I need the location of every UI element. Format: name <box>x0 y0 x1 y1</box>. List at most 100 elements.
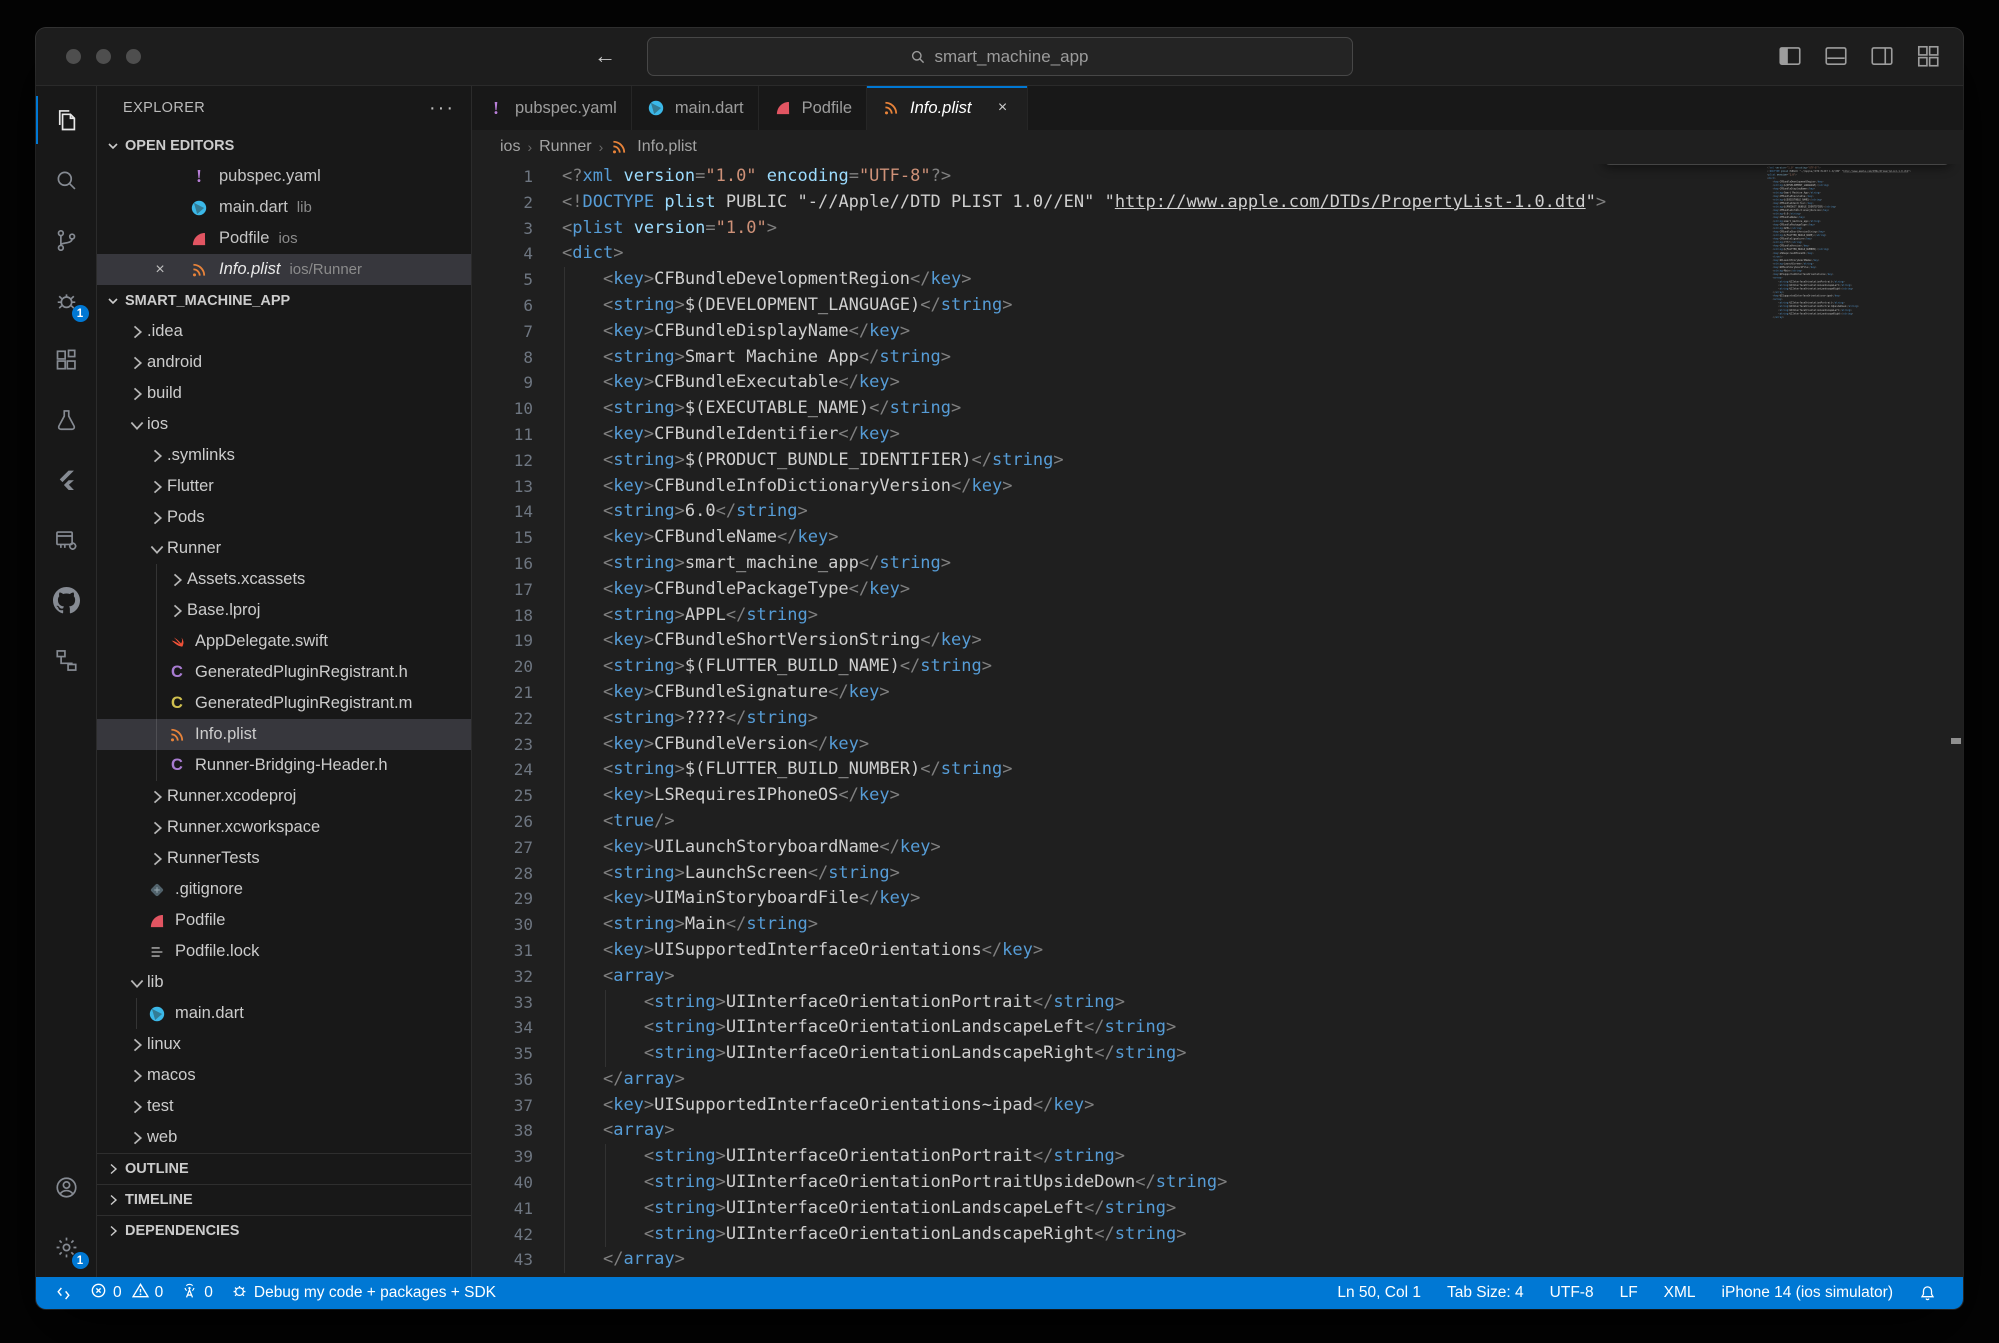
activity-devtools-icon[interactable] <box>36 510 97 570</box>
status-tab-size-4[interactable]: Tab Size: 4 <box>1434 1284 1537 1302</box>
line-number: 40 <box>472 1170 562 1196</box>
status-utf-8[interactable]: UTF-8 <box>1537 1284 1607 1302</box>
tree-item-linux[interactable]: linux <box>97 1029 471 1060</box>
tree-item-Runner.xcworkspace[interactable]: Runner.xcworkspace <box>97 812 471 843</box>
file-label: pubspec.yaml <box>219 167 321 186</box>
activity-run-debug-icon[interactable]: 1 <box>36 270 97 330</box>
open-editor-Info.plist[interactable]: × Info.plist ios/Runner <box>97 254 471 285</box>
code-editor[interactable]: 1 <?xml version="1.0" encoding="UTF-8"?>… <box>472 164 1963 1277</box>
zoom-window-button[interactable] <box>126 49 141 64</box>
tree-item-Runner[interactable]: Runner <box>97 533 471 564</box>
activity-references-icon[interactable] <box>36 630 97 690</box>
explorer-actions-button[interactable]: ··· <box>429 97 455 120</box>
tree-item-.symlinks[interactable]: .symlinks <box>97 440 471 471</box>
activity-extensions-icon[interactable] <box>36 330 97 390</box>
pubspec-file-icon: ! <box>486 98 506 118</box>
activity-search-icon[interactable] <box>36 150 97 210</box>
activity-account-icon[interactable] <box>36 1157 97 1217</box>
toggle-primary-sidebar-icon[interactable] <box>1777 43 1803 69</box>
gitignore-file-icon <box>147 880 167 900</box>
open-editor-Podfile[interactable]: Podfile ios <box>97 223 471 254</box>
line-number: 5 <box>472 267 562 293</box>
status-xml[interactable]: XML <box>1651 1284 1709 1302</box>
tree-item-RunnerTests[interactable]: RunnerTests <box>97 843 471 874</box>
activity-source-control-icon[interactable] <box>36 210 97 270</box>
vertical-scrollbar[interactable] <box>1949 164 1963 1277</box>
tab-Info.plist[interactable]: Info.plist × <box>867 86 1027 130</box>
command-center-search[interactable]: smart_machine_app <box>647 37 1353 76</box>
tree-item-Flutter[interactable]: Flutter <box>97 471 471 502</box>
ports-indicator[interactable]: 0 <box>172 1277 222 1309</box>
activity-settings-icon[interactable]: 1 <box>36 1217 97 1277</box>
tree-item-AppDelegate.swift[interactable]: AppDelegate.swift <box>97 626 471 657</box>
tree-item-GeneratedPluginRegistrant.m[interactable]: CGeneratedPluginRegistrant.m <box>97 688 471 719</box>
tree-label: macos <box>147 1066 196 1085</box>
tree-item-macos[interactable]: macos <box>97 1060 471 1091</box>
open-editors-header[interactable]: OPEN EDITORS <box>97 130 471 161</box>
tab-bar: ! pubspec.yaml main.dart Podfile Info.pl… <box>472 86 1963 130</box>
activity-testing-icon[interactable] <box>36 390 97 450</box>
navigate-back-icon[interactable]: ← <box>591 42 619 70</box>
tab-main.dart[interactable]: main.dart <box>632 86 759 130</box>
tab-Podfile[interactable]: Podfile <box>759 86 867 130</box>
tree-item-Podfile[interactable]: Podfile <box>97 905 471 936</box>
tree-item-Base.lproj[interactable]: Base.lproj <box>97 595 471 626</box>
breadcrumb-item[interactable]: Info.plist <box>637 138 697 156</box>
tree-item-build[interactable]: build <box>97 378 471 409</box>
toggle-secondary-sidebar-icon[interactable] <box>1869 43 1895 69</box>
breadcrumb-item[interactable]: Runner <box>539 138 591 156</box>
chevron-right-icon <box>127 1128 147 1148</box>
tree-item-lib[interactable]: lib <box>97 967 471 998</box>
status-ln-50-col-1[interactable]: Ln 50, Col 1 <box>1324 1284 1434 1302</box>
tree-label: Podfile <box>175 911 225 930</box>
close-window-button[interactable] <box>66 49 81 64</box>
debug-launch-config[interactable]: Debug my code + packages + SDK <box>222 1277 505 1309</box>
tab-pubspec.yaml[interactable]: ! pubspec.yaml <box>472 86 632 130</box>
open-editor-pubspec.yaml[interactable]: ! pubspec.yaml <box>97 161 471 192</box>
remote-indicator[interactable] <box>46 1277 81 1309</box>
tree-item-Podfile.lock[interactable]: Podfile.lock <box>97 936 471 967</box>
notifications-bell-icon[interactable] <box>1906 1285 1949 1302</box>
status-iphone-14-ios-simulator-[interactable]: iPhone 14 (ios simulator) <box>1709 1284 1906 1302</box>
open-editor-main.dart[interactable]: main.dart lib <box>97 192 471 223</box>
tree-item-Info.plist[interactable]: Info.plist <box>97 719 471 750</box>
close-tab-icon[interactable]: × <box>993 99 1013 117</box>
tree-item-GeneratedPluginRegistrant.h[interactable]: CGeneratedPluginRegistrant.h <box>97 657 471 688</box>
tree-item-ios[interactable]: ios <box>97 409 471 440</box>
status-lf[interactable]: LF <box>1607 1284 1651 1302</box>
activity-explorer-icon[interactable] <box>36 90 97 150</box>
problems-indicator[interactable]: 0 0 <box>81 1277 172 1309</box>
tree-item-.gitignore[interactable]: .gitignore <box>97 874 471 905</box>
line-number: 8 <box>472 345 562 371</box>
tree-item-Assets.xcassets[interactable]: Assets.xcassets <box>97 564 471 595</box>
breadcrumb-item[interactable]: ios <box>500 138 520 156</box>
file-label: main.dart <box>219 198 288 217</box>
line-number: 15 <box>472 525 562 551</box>
line-number: 19 <box>472 628 562 654</box>
line-number: 37 <box>472 1093 562 1119</box>
customize-layout-icon[interactable] <box>1915 43 1941 69</box>
line-number: 2 <box>472 190 562 216</box>
file-path: ios/Runner <box>289 261 362 278</box>
tree-label: Runner.xcworkspace <box>167 818 320 837</box>
tree-item-main.dart[interactable]: main.dart <box>97 998 471 1029</box>
minimize-window-button[interactable] <box>96 49 111 64</box>
tree-item-.idea[interactable]: .idea <box>97 316 471 347</box>
activity-flutter-icon[interactable] <box>36 450 97 510</box>
tree-item-Pods[interactable]: Pods <box>97 502 471 533</box>
minimap[interactable]: <?xml version="1.0" encoding="UTF-8"?><!… <box>1767 166 1925 336</box>
toggle-panel-icon[interactable] <box>1823 43 1849 69</box>
tree-item-Runner.xcodeproj[interactable]: Runner.xcodeproj <box>97 781 471 812</box>
tree-item-web[interactable]: web <box>97 1122 471 1153</box>
sidebar-section-outline[interactable]: OUTLINE <box>97 1153 471 1184</box>
sidebar-section-dependencies[interactable]: DEPENDENCIES <box>97 1215 471 1246</box>
project-root-header[interactable]: SMART_MACHINE_APP <box>97 285 471 316</box>
tree-item-test[interactable]: test <box>97 1091 471 1122</box>
chevron-right-icon <box>147 849 167 869</box>
close-icon[interactable]: × <box>149 261 171 279</box>
code-line: 39 <string>UIInterfaceOrientationPortrai… <box>472 1144 1963 1170</box>
tree-item-Runner-Bridging-Header.h[interactable]: CRunner-Bridging-Header.h <box>97 750 471 781</box>
sidebar-section-timeline[interactable]: TIMELINE <box>97 1184 471 1215</box>
activity-github-icon[interactable] <box>36 570 97 630</box>
tree-item-android[interactable]: android <box>97 347 471 378</box>
